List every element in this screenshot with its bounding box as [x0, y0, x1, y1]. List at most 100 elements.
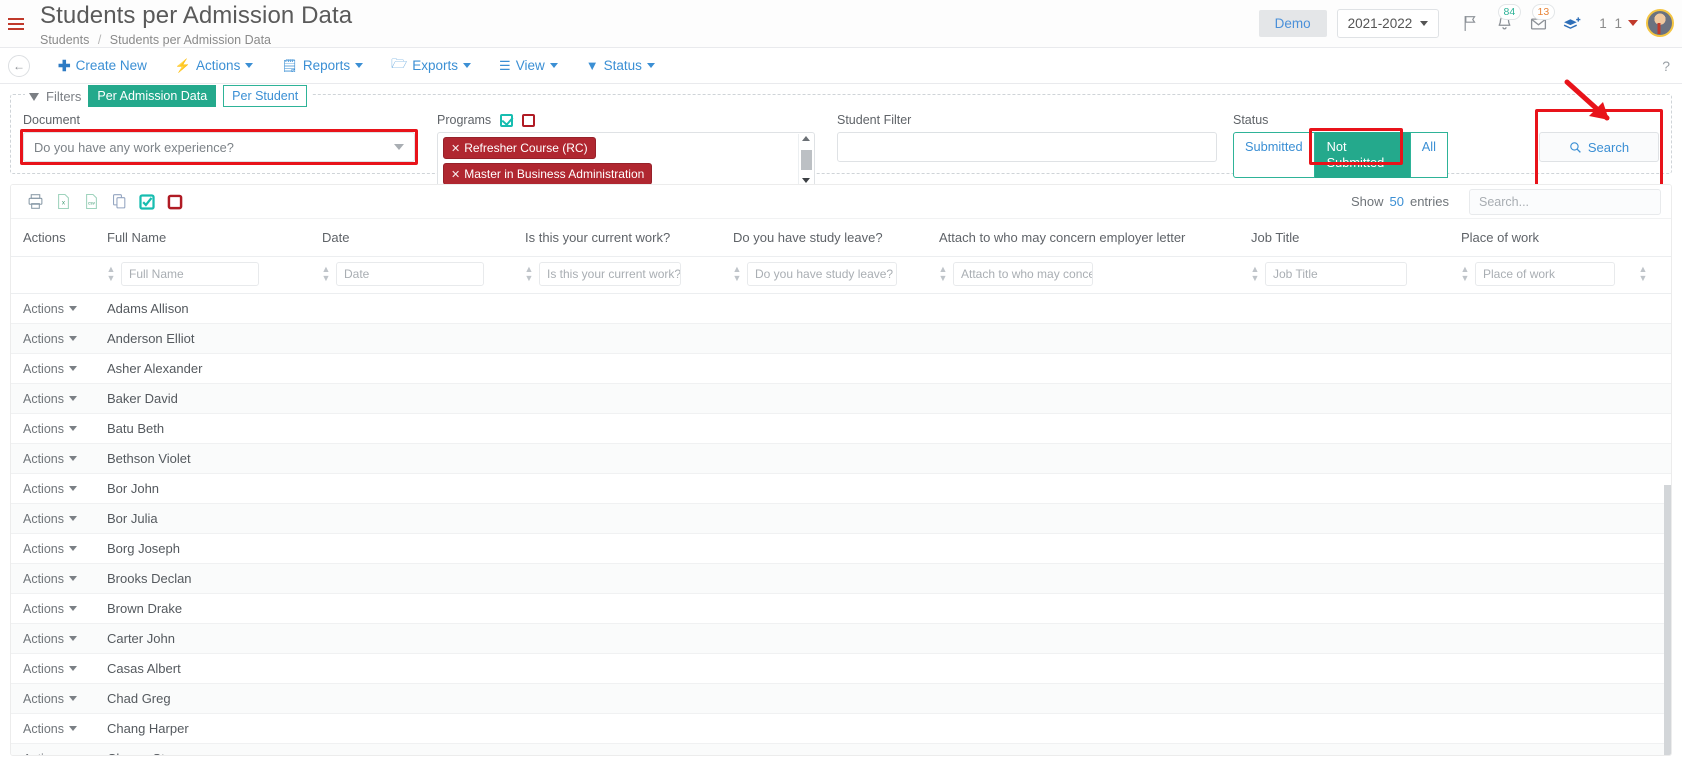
table-row[interactable]: Actions Clamer Stepnen — [11, 743, 1671, 756]
scrollbar-thumb[interactable] — [800, 149, 812, 170]
clear-all-programs-icon[interactable] — [522, 113, 536, 127]
row-actions-button[interactable]: Actions — [23, 632, 107, 646]
row-actions-button[interactable]: Actions — [23, 662, 107, 676]
select-all-programs-icon[interactable] — [500, 113, 514, 127]
table-row[interactable]: Actions Chad Greg — [11, 683, 1671, 714]
excel-icon[interactable]: x — [49, 193, 77, 210]
th-job-title[interactable]: Job Title — [1251, 219, 1461, 257]
row-actions-cell[interactable]: Actions — [11, 713, 107, 744]
th-place-of-work[interactable]: Place of work — [1461, 219, 1671, 257]
remove-tag-icon[interactable]: ✕ — [451, 142, 460, 155]
sort-icon[interactable]: ▲ ▼ — [525, 265, 534, 283]
row-actions-button[interactable]: Actions — [23, 602, 107, 616]
row-actions-cell[interactable]: Actions — [11, 653, 107, 684]
row-actions-cell[interactable]: Actions — [11, 563, 107, 594]
table-row[interactable]: Actions Asher Alexander — [11, 353, 1671, 384]
row-actions-button[interactable]: Actions — [23, 482, 107, 496]
table-row[interactable]: Actions Casas Albert — [11, 653, 1671, 684]
programs-tag-list[interactable]: ✕ Refresher Course (RC) ✕ Master in Busi… — [437, 132, 815, 187]
table-row[interactable]: Actions Brooks Declan — [11, 563, 1671, 594]
table-row[interactable]: Actions Bor John — [11, 473, 1671, 504]
scroll-up-icon[interactable] — [802, 136, 810, 141]
row-actions-cell[interactable]: Actions — [11, 473, 107, 504]
table-row[interactable]: Actions Borg Joseph — [11, 533, 1671, 564]
search-button[interactable]: Search — [1539, 132, 1659, 162]
row-actions-button[interactable]: Actions — [23, 512, 107, 526]
notifications-bell-icon[interactable]: 84 — [1487, 4, 1522, 38]
sort-icon[interactable]: ▲ ▼ — [939, 265, 948, 283]
table-row[interactable]: Actions Baker David — [11, 383, 1671, 414]
filter-full-name[interactable]: Full Name — [121, 262, 259, 286]
back-arrow-icon[interactable]: ← — [8, 54, 30, 77]
row-actions-cell[interactable]: Actions — [11, 533, 107, 564]
deselect-icon[interactable] — [161, 193, 189, 211]
th-current-work[interactable]: Is this your current work? — [525, 219, 733, 257]
select-all-icon[interactable] — [133, 193, 161, 211]
row-actions-button[interactable]: Actions — [23, 572, 107, 586]
table-vertical-scrollbar[interactable] — [1664, 485, 1671, 755]
scrollbar-thumb[interactable] — [1664, 485, 1671, 755]
row-actions-button[interactable]: Actions — [23, 692, 107, 706]
th-full-name[interactable]: Full Name — [107, 219, 322, 257]
reports-menu-button[interactable]: 🗒 Reports — [267, 58, 377, 74]
csv-icon[interactable]: csv — [77, 193, 105, 210]
table-search-input[interactable]: Search... — [1469, 188, 1661, 215]
exports-menu-button[interactable]: 🗁 Exports — [377, 55, 485, 77]
breadcrumb-root[interactable]: Students — [40, 33, 89, 47]
toggle-per-student[interactable]: Per Student — [223, 85, 308, 107]
sort-icon[interactable]: ▲ ▼ — [1639, 265, 1648, 283]
help-icon[interactable]: ? — [1662, 58, 1670, 74]
row-actions-cell[interactable]: Actions — [11, 443, 107, 474]
row-actions-cell[interactable]: Actions — [11, 323, 107, 354]
messages-mail-icon[interactable]: 13 — [1521, 4, 1556, 38]
sort-icon[interactable]: ▲ ▼ — [107, 265, 116, 283]
program-tag[interactable]: ✕ Master in Business Administration — [443, 163, 653, 185]
status-option-not-submitted[interactable]: Not Submitted — [1314, 132, 1410, 178]
student-filter-input[interactable] — [837, 132, 1217, 162]
programs-scrollbar[interactable] — [798, 134, 813, 185]
print-icon[interactable] — [21, 193, 49, 210]
avatar[interactable] — [1646, 9, 1674, 37]
remove-tag-icon[interactable]: ✕ — [451, 168, 460, 181]
program-tag[interactable]: ✕ Refresher Course (RC) — [443, 137, 596, 159]
row-actions-cell[interactable]: Actions — [11, 743, 107, 756]
row-actions-cell[interactable]: Actions — [11, 293, 107, 324]
sort-icon[interactable]: ▲ ▼ — [733, 265, 742, 283]
status-option-submitted[interactable]: Submitted — [1233, 132, 1315, 178]
th-study-leave[interactable]: Do you have study leave? — [733, 219, 939, 257]
row-actions-button[interactable]: Actions — [23, 302, 107, 316]
row-actions-button[interactable]: Actions — [23, 362, 107, 376]
actions-menu-button[interactable]: ⚡ Actions — [161, 58, 267, 74]
show-count-select[interactable]: 50 — [1390, 194, 1404, 209]
row-actions-cell[interactable]: Actions — [11, 593, 107, 624]
scroll-down-icon[interactable] — [802, 178, 810, 183]
document-select[interactable]: Do you have any work experience? — [23, 132, 415, 162]
filter-date[interactable]: Date — [336, 262, 484, 286]
table-row[interactable]: Actions Carter John — [11, 623, 1671, 654]
create-new-button[interactable]: ✚ Create New — [44, 57, 161, 75]
hamburger-icon[interactable] — [8, 18, 26, 30]
table-row[interactable]: Actions Chang Harper — [11, 713, 1671, 744]
sort-icon[interactable]: ▲ ▼ — [1461, 265, 1470, 283]
table-row[interactable]: Actions Adams Allison — [11, 293, 1671, 324]
status-menu-button[interactable]: ▼ Status — [572, 58, 669, 73]
table-row[interactable]: Actions Batu Beth — [11, 413, 1671, 444]
filter-study-leave[interactable]: Do you have study leave? — [747, 262, 897, 286]
row-actions-cell[interactable]: Actions — [11, 353, 107, 384]
th-actions[interactable]: Actions — [11, 219, 107, 257]
sort-icon[interactable]: ▲ ▼ — [1251, 265, 1260, 283]
flag-icon[interactable] — [1453, 8, 1487, 38]
table-row[interactable]: Actions Anderson Elliot — [11, 323, 1671, 354]
filter-job-title[interactable]: Job Title — [1265, 262, 1407, 286]
row-actions-button[interactable]: Actions — [23, 422, 107, 436]
sort-icon[interactable]: ▲ ▼ — [322, 265, 331, 283]
filter-current-work[interactable]: Is this your current work? — [539, 262, 681, 286]
row-actions-button[interactable]: Actions — [23, 542, 107, 556]
row-actions-cell[interactable]: Actions — [11, 623, 107, 654]
layers-plus-icon[interactable] — [1555, 8, 1589, 38]
row-actions-button[interactable]: Actions — [23, 392, 107, 406]
row-actions-button[interactable]: Actions — [23, 752, 107, 756]
row-actions-button[interactable]: Actions — [23, 332, 107, 346]
row-actions-cell[interactable]: Actions — [11, 503, 107, 534]
th-date[interactable]: Date — [322, 219, 525, 257]
